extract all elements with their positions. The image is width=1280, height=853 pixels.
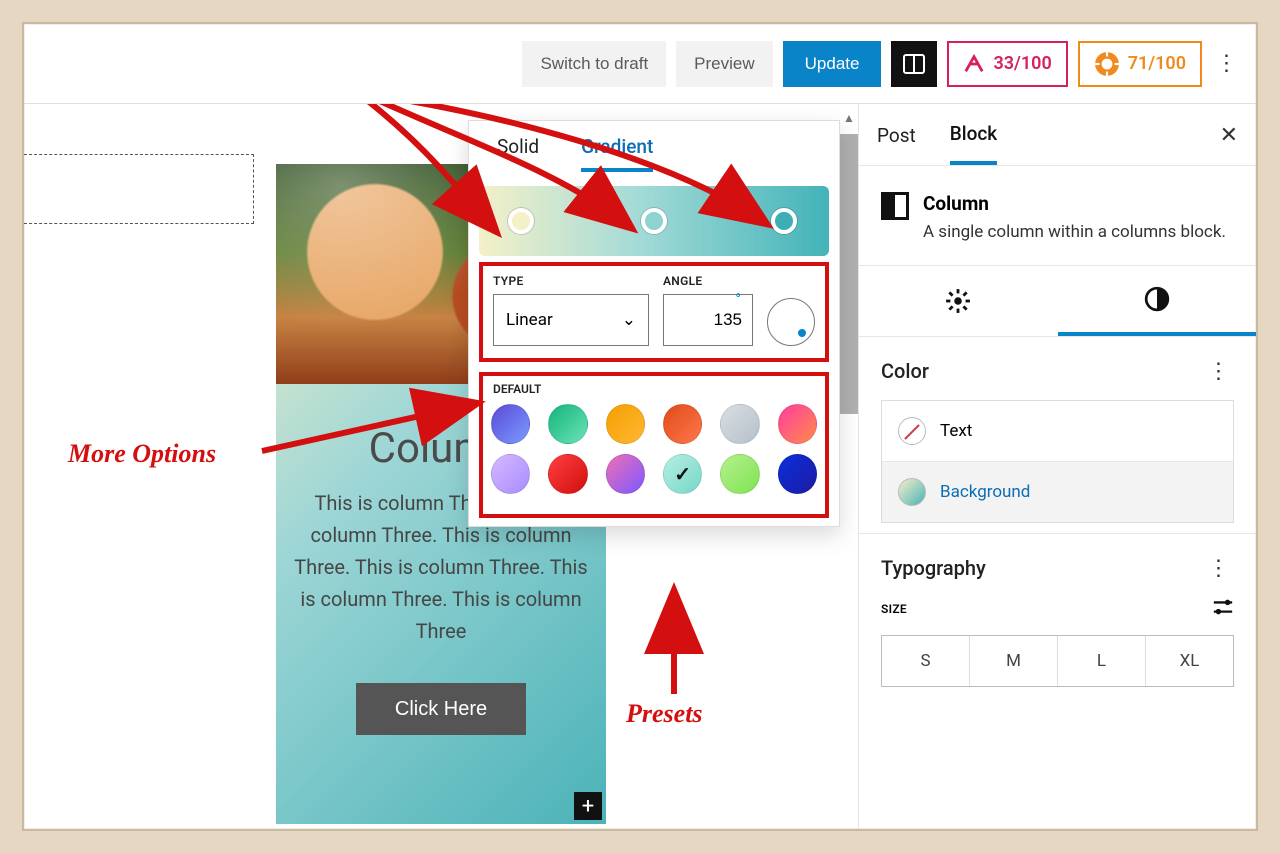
gradient-type-select[interactable]: Linear ⌄ <box>493 294 649 346</box>
preset-swatch[interactable] <box>720 454 759 494</box>
gear-icon <box>945 288 971 314</box>
scroll-up-arrow-icon[interactable]: ▲ <box>840 107 858 129</box>
switch-to-draft-button[interactable]: Switch to draft <box>522 41 666 87</box>
degree-unit: ° <box>735 290 741 308</box>
color-text-label: Text <box>940 421 972 441</box>
chevron-down-icon: ⌄ <box>622 310 636 330</box>
tab-post[interactable]: Post <box>877 124 916 163</box>
size-option-s[interactable]: S <box>882 636 969 686</box>
background-color-swatch <box>898 478 926 506</box>
gradient-type-value: Linear <box>506 310 553 330</box>
settings-tab[interactable] <box>859 266 1058 336</box>
gear-badge-icon <box>1094 51 1120 77</box>
scrollbar[interactable] <box>840 134 858 414</box>
empty-block-placeholder[interactable] <box>24 154 254 224</box>
block-title: Column <box>923 192 1226 215</box>
preset-swatch[interactable] <box>606 404 645 444</box>
size-option-l[interactable]: L <box>1057 636 1145 686</box>
annotation-presets: Presets <box>626 699 703 729</box>
view-toggle-button[interactable] <box>891 41 937 87</box>
gradient-presets: DEFAULT <box>479 372 829 518</box>
preset-swatch[interactable] <box>491 404 530 444</box>
click-here-button[interactable]: Click Here <box>356 683 526 735</box>
gradient-controls: TYPE Linear ⌄ ANGLE ° <box>479 262 829 362</box>
size-option-m[interactable]: M <box>969 636 1057 686</box>
gradient-stop-1[interactable] <box>508 208 534 234</box>
annotation-more-options: More Options <box>68 439 216 469</box>
preview-button[interactable]: Preview <box>676 41 772 87</box>
preset-swatch[interactable] <box>548 404 587 444</box>
color-panel-title: Color <box>881 359 929 383</box>
color-text-row[interactable]: Text <box>882 401 1233 461</box>
size-label: SIZE <box>881 602 907 616</box>
color-gradient-popover: Solid Gradient TYPE Linear ⌄ <box>468 120 840 527</box>
performance-score-value: 71/100 <box>1128 53 1186 74</box>
tab-solid[interactable]: Solid <box>497 135 539 172</box>
more-menu-button[interactable]: ⋮ <box>1212 51 1242 76</box>
column-icon <box>881 192 909 220</box>
type-label: TYPE <box>493 274 649 288</box>
seo-score-button[interactable]: 33/100 <box>947 41 1067 87</box>
size-option-xl[interactable]: XL <box>1145 636 1233 686</box>
color-panel-menu[interactable]: ⋮ <box>1204 359 1234 384</box>
preset-swatch[interactable] <box>491 454 530 494</box>
sliders-icon[interactable] <box>1212 597 1234 621</box>
text-color-swatch <box>898 417 926 445</box>
contrast-icon <box>1144 286 1170 312</box>
preset-swatch[interactable] <box>663 404 702 444</box>
performance-score-button[interactable]: 71/100 <box>1078 41 1202 87</box>
close-sidebar-button[interactable]: ✕ <box>1220 123 1238 164</box>
styles-tab[interactable] <box>1058 266 1257 336</box>
preset-swatch[interactable] <box>606 454 645 494</box>
tab-block[interactable]: Block <box>950 122 997 165</box>
block-description: A single column within a columns block. <box>923 221 1226 245</box>
update-button[interactable]: Update <box>783 41 882 87</box>
tab-gradient[interactable]: Gradient <box>581 135 653 172</box>
gradient-stop-2[interactable] <box>641 208 667 234</box>
typography-panel-title: Typography <box>881 556 986 580</box>
columns-icon <box>902 52 926 76</box>
typography-panel-menu[interactable]: ⋮ <box>1204 556 1234 581</box>
preset-swatch[interactable] <box>778 404 817 444</box>
color-bg-label: Background <box>940 482 1030 502</box>
preset-swatch[interactable] <box>663 454 702 494</box>
angle-dial[interactable] <box>767 298 815 346</box>
gradient-stop-3[interactable] <box>771 208 797 234</box>
default-label: DEFAULT <box>493 382 817 396</box>
seo-score-icon <box>963 53 985 75</box>
gradient-preview[interactable] <box>479 186 829 256</box>
angle-label: ANGLE <box>663 274 753 288</box>
color-background-row[interactable]: Background <box>882 461 1233 522</box>
size-selector: SMLXL <box>881 635 1234 687</box>
seo-score-value: 33/100 <box>993 53 1051 74</box>
add-block-button[interactable]: + <box>574 792 602 820</box>
preset-swatch[interactable] <box>778 454 817 494</box>
preset-swatch[interactable] <box>548 454 587 494</box>
preset-swatch[interactable] <box>720 404 759 444</box>
